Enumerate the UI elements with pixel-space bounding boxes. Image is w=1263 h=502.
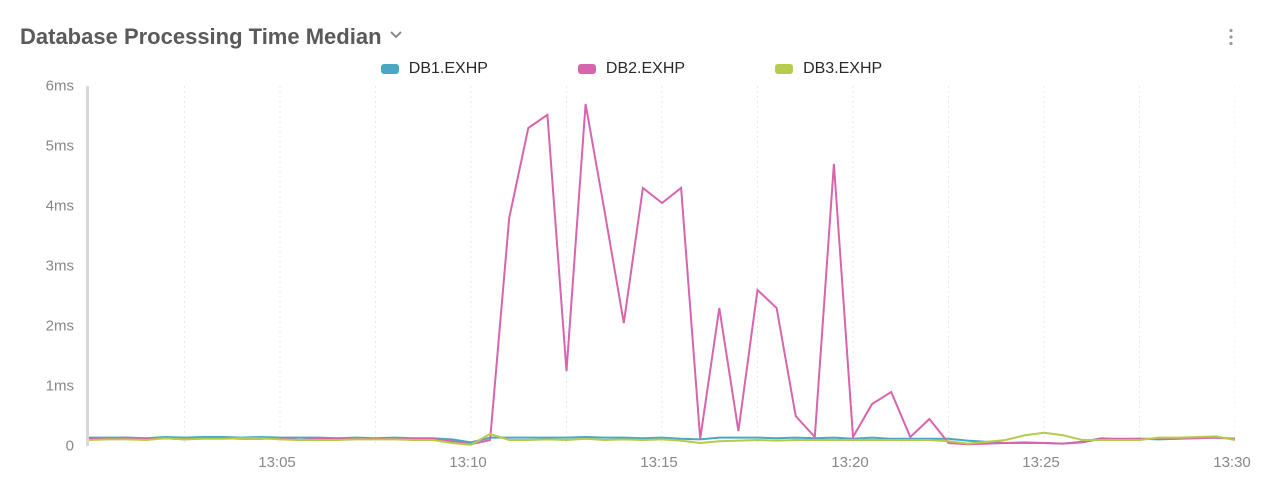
caret-down-icon bbox=[390, 28, 402, 46]
legend-label: DB2.EXHP bbox=[606, 60, 685, 78]
x-tick-label: 13:20 bbox=[831, 454, 869, 471]
legend-label: DB1.EXHP bbox=[409, 60, 488, 78]
chart-header: Database Processing Time Median bbox=[20, 24, 1243, 50]
chart-area: 01ms2ms3ms4ms5ms6ms 13:0513:1013:1513:20… bbox=[20, 86, 1243, 476]
title-dropdown[interactable]: Database Processing Time Median bbox=[20, 24, 402, 50]
plot-area[interactable] bbox=[86, 86, 1235, 446]
x-tick-label: 13:05 bbox=[258, 454, 296, 471]
y-tick-label: 0 bbox=[66, 438, 74, 455]
x-tick-label: 13:15 bbox=[640, 454, 678, 471]
y-tick-label: 1ms bbox=[46, 378, 74, 395]
legend-label: DB3.EXHP bbox=[803, 60, 882, 78]
chart-legend: DB1.EXHP DB2.EXHP DB3.EXHP bbox=[20, 60, 1243, 78]
x-tick-label: 13:10 bbox=[449, 454, 487, 471]
legend-item-db1[interactable]: DB1.EXHP bbox=[381, 60, 488, 78]
legend-swatch-icon bbox=[775, 64, 793, 74]
more-options-button[interactable] bbox=[1219, 25, 1243, 49]
kebab-icon bbox=[1228, 28, 1234, 46]
legend-swatch-icon bbox=[381, 64, 399, 74]
y-tick-label: 4ms bbox=[46, 198, 74, 215]
legend-item-db3[interactable]: DB3.EXHP bbox=[775, 60, 882, 78]
y-tick-label: 3ms bbox=[46, 258, 74, 275]
legend-item-db2[interactable]: DB2.EXHP bbox=[578, 60, 685, 78]
legend-swatch-icon bbox=[578, 64, 596, 74]
x-tick-label: 13:30 bbox=[1213, 454, 1251, 471]
y-tick-label: 2ms bbox=[46, 318, 74, 335]
chart-title: Database Processing Time Median bbox=[20, 24, 382, 50]
series-line bbox=[89, 104, 1235, 444]
y-axis: 01ms2ms3ms4ms5ms6ms bbox=[20, 86, 80, 446]
y-tick-label: 5ms bbox=[46, 138, 74, 155]
x-axis: 13:0513:1013:1513:2013:2513:30 bbox=[86, 450, 1235, 476]
y-tick-label: 6ms bbox=[46, 78, 74, 95]
x-tick-label: 13:25 bbox=[1022, 454, 1060, 471]
